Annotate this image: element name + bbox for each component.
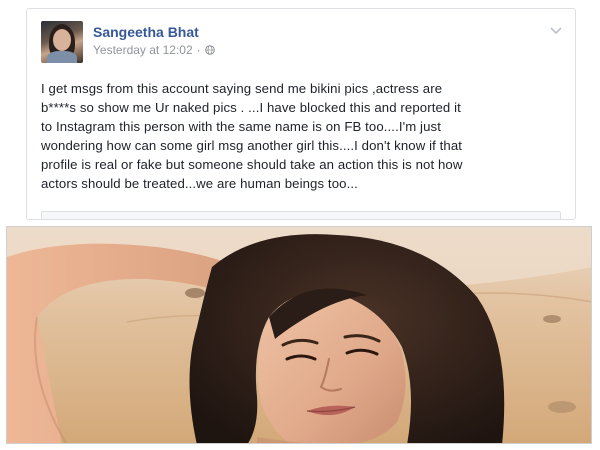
woman-portrait-photo (6, 226, 592, 444)
author-avatar[interactable] (41, 21, 83, 63)
post-body-line: wondering how can some girl msg another … (41, 138, 463, 153)
post-timestamp[interactable]: Yesterday at 12:02 (93, 42, 193, 58)
globe-icon[interactable] (204, 45, 215, 55)
post-body-line: b****s so show me Ur naked pics . ...I h… (41, 100, 461, 115)
photo-illustration (7, 227, 591, 443)
avatar-body-shape (47, 51, 77, 63)
comment-area[interactable] (41, 211, 561, 219)
shrub (548, 401, 576, 413)
post-body-line: actors should be treated...we are human … (41, 176, 358, 191)
post-header: Sangeetha Bhat Yesterday at 12:02 · (41, 21, 215, 67)
meta-separator: · (196, 43, 201, 57)
chevron-down-icon[interactable] (549, 25, 563, 35)
screenshot-page: Sangeetha Bhat Yesterday at 12:02 · I ge… (0, 0, 600, 450)
post-header-text: Sangeetha Bhat Yesterday at 12:02 · (93, 21, 215, 58)
post-body-line: to Instagram this person with the same n… (41, 119, 441, 134)
author-name-link[interactable]: Sangeetha Bhat (93, 23, 215, 41)
post-body-text: I get msgs from this account saying send… (41, 79, 561, 193)
shrub (543, 315, 561, 323)
post-body-line: profile is real or fake but someone shou… (41, 157, 463, 172)
post-meta: Yesterday at 12:02 · (93, 42, 215, 58)
facebook-post: Sangeetha Bhat Yesterday at 12:02 · I ge… (26, 8, 576, 220)
post-body-line: I get msgs from this account saying send… (41, 81, 443, 96)
avatar-face-shape (53, 29, 71, 51)
shrub (185, 288, 205, 298)
